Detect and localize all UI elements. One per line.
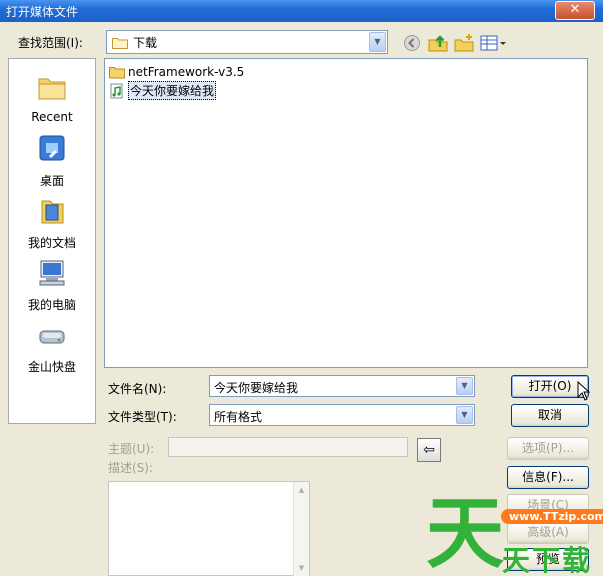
list-item[interactable]: netFramework-v3.5 [109,65,244,79]
filename-label: 文件名(N): [108,382,167,396]
recent-folder-icon [38,78,66,100]
new-folder-icon[interactable] [454,33,474,53]
chevron-down-icon[interactable]: ▼ [456,377,473,395]
info-button[interactable]: 信息(F)... [507,466,589,489]
lookin-value: 下载 [133,36,158,50]
drive-icon [39,330,65,344]
documents-icon [41,200,64,224]
lookin-label: 查找范围(I): [18,36,83,50]
place-kuaipan[interactable]: 金山快盘 [9,319,95,375]
toolbar [402,33,506,53]
computer-icon [39,260,65,286]
scroll-down-icon[interactable]: ▼ [294,560,309,576]
file-list[interactable]: netFramework-v3.5 今天你要嫁给我 [104,58,588,368]
watermark-url: www.TTzip.com [501,509,603,524]
up-folder-icon[interactable] [428,33,448,53]
close-button[interactable]: ✕ [555,1,595,20]
title-bar: 打开媒体文件 ✕ [0,0,603,22]
place-desktop[interactable]: 桌面 [9,133,95,189]
watermark-logo: 天 [426,489,505,576]
folder-icon [112,38,128,49]
scroll-up-icon[interactable]: ▲ [294,482,309,498]
options-button[interactable]: 选项(P)... [507,437,589,460]
folder-icon [109,67,125,79]
place-recent[interactable]: Recent [9,71,95,124]
desktop-icon [39,135,65,161]
place-my-computer[interactable]: 我的电脑 [9,257,95,313]
lookin-combo[interactable]: 下载 ▼ [106,30,388,54]
description-label: 描述(S): [108,461,154,475]
subject-input[interactable] [168,437,408,457]
back-arrow-icon: ⇦ [423,442,435,458]
cancel-button[interactable]: 取消 [511,404,589,427]
filetype-select[interactable]: 所有格式 ▼ [209,404,475,426]
chevron-down-icon[interactable]: ▼ [456,406,473,424]
places-bar: Recent 桌面 我的文档 我的电脑 金山快盘 [8,58,96,424]
mouse-cursor-icon [577,381,591,401]
chevron-down-icon[interactable]: ▼ [369,32,386,52]
description-textarea[interactable]: ▲ ▼ [108,481,310,576]
back-arrow-button[interactable]: ⇦ [417,438,441,462]
back-icon[interactable] [402,33,422,53]
audio-file-icon [110,83,123,98]
watermark: 天 www.TTzip.com 天下载 [426,495,603,576]
watermark-text: 天下载 [502,544,593,576]
window-title: 打开媒体文件 [6,5,79,19]
place-my-documents[interactable]: 我的文档 [9,195,95,251]
list-item[interactable]: 今天你要嫁给我 [109,81,217,100]
filename-field[interactable]: 今天你要嫁给我 ▼ [209,375,475,397]
view-menu-icon[interactable] [480,33,506,53]
vertical-scrollbar[interactable]: ▲ ▼ [293,482,309,576]
subject-label: 主题(U): [108,442,155,456]
filetype-label: 文件类型(T): [108,410,177,424]
